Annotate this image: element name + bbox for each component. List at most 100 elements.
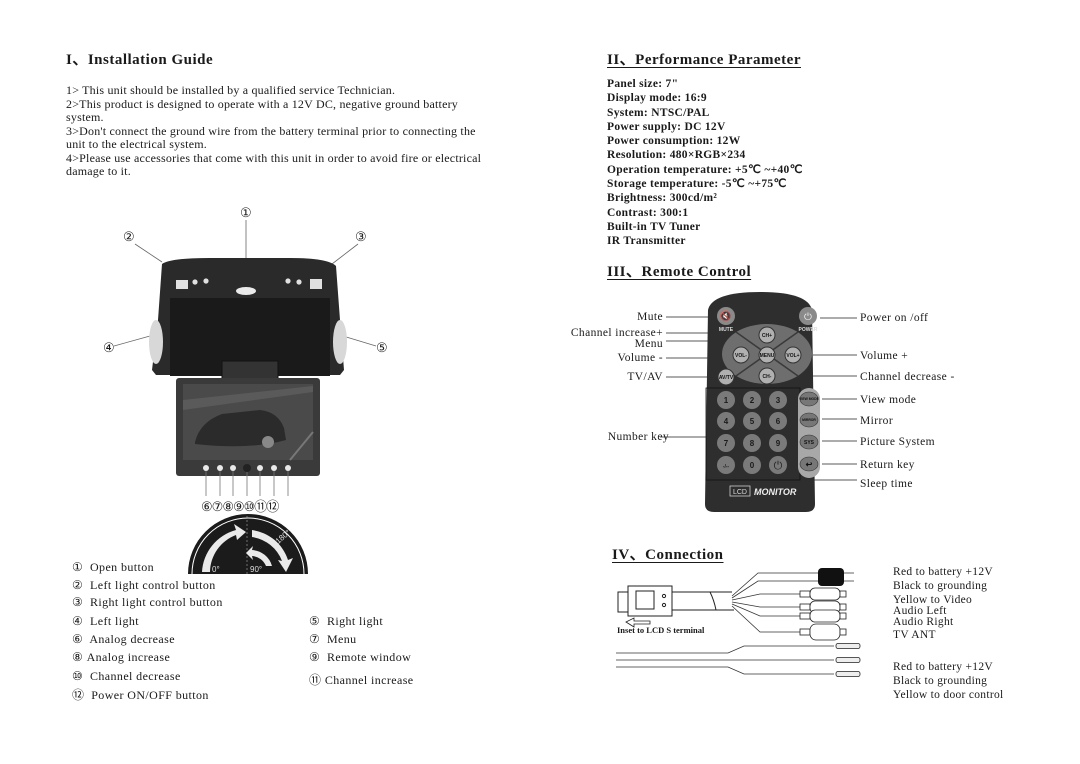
power-caption: POWER — [799, 327, 818, 333]
indicator-dot — [192, 279, 198, 285]
vol-down-caption: VOL- — [735, 353, 747, 359]
installation-instructions: 1> This unit should be installed by a qu… — [66, 83, 486, 179]
callout-7: ⑦ — [211, 499, 224, 514]
legend-item: ③ Right light control button — [72, 595, 223, 609]
connection-labels-group1: Red to battery +12V Black to grounding Y… — [893, 566, 994, 641]
sys-caption: SYS — [804, 440, 815, 446]
digit-key: 9 — [776, 439, 781, 448]
brand-monitor: MONITOR — [754, 487, 797, 497]
label-menu: Menu — [634, 338, 663, 350]
callout-5: ⑤ — [376, 340, 388, 355]
wire-label: Black to grounding — [893, 675, 988, 687]
wire-label: Red to battery +12V — [893, 661, 994, 673]
callout-10: ⑩ — [243, 499, 256, 514]
label-channel-decrease: Channel decrease - — [860, 371, 955, 383]
digit-key: 6 — [776, 417, 781, 426]
legend-item: ⑧ Analog increase — [72, 650, 171, 664]
callout-line-3 — [331, 243, 359, 265]
ch-up-caption: CH+ — [762, 333, 772, 339]
digit-key: -/-- — [723, 464, 730, 470]
connection-labels-group2: Red to battery +12V Black to grounding Y… — [893, 661, 1004, 701]
left-light — [149, 320, 163, 364]
callout-1: ① — [240, 205, 252, 220]
callout-line-2 — [134, 243, 163, 263]
spec-item: Built-in TV Tuner — [607, 220, 701, 233]
angle-label-0: 0° — [212, 565, 220, 574]
callouts-6-12: ⑥⑦⑧⑨⑩⑪⑫ — [201, 496, 279, 515]
digit-key: 1 — [724, 396, 729, 405]
connection-diagram — [616, 568, 861, 677]
label-power: Power on /off — [860, 312, 929, 324]
remote-illustration: 🔇 MUTE ⏻ POWER CH+ CH- VOL- VOL+ MENU AV… — [660, 292, 857, 512]
spec-item: Storage temperature: -5℃ ~+75℃ — [607, 178, 787, 191]
left-light-control-button — [176, 280, 188, 289]
return-icon: ↩ — [806, 460, 813, 469]
indicator-dot — [203, 278, 209, 284]
wire-label: Red to battery +12V — [893, 566, 994, 578]
ch-down-caption: CH- — [763, 374, 772, 380]
legend-item: ⑨ Remote window — [309, 650, 412, 664]
s-terminal-plug — [617, 591, 629, 613]
wire-label: Audio Right — [893, 616, 954, 628]
callout-12: ⑫ — [266, 499, 279, 514]
right-light-control-button — [310, 279, 322, 289]
digit-key: 2 — [750, 396, 755, 405]
wire-label: Yellow to door control — [893, 689, 1004, 701]
legend-item: ⑥ Analog decrease — [72, 632, 175, 646]
av-tv-caption: AV/TV — [719, 375, 734, 381]
spec-item: Operation temperature: +5℃ ~+40℃ — [607, 163, 803, 176]
legend-item: ② Left light control button — [72, 578, 216, 592]
remote-title: III、Remote Control — [607, 264, 752, 280]
legend-item: ⑤ Right light — [309, 614, 384, 628]
instruction-item: 2>This product is designed to operate wi… — [66, 96, 458, 124]
label-volume-up: Volume + — [860, 350, 909, 362]
remote-window — [243, 464, 251, 472]
spec-item: Panel size: 7" — [607, 78, 679, 90]
spec-item: Resolution: 480×RGB×234 — [607, 149, 746, 162]
callout-line-5 — [342, 335, 377, 347]
legend-item: ① Open button — [72, 560, 155, 574]
callout-line-4 — [113, 335, 151, 347]
connector-caption: Inset to LCD S terminal — [617, 625, 705, 635]
spec-item: Power supply: DC 12V — [607, 120, 726, 133]
power-icon: ⏻ — [804, 312, 812, 323]
instruction-item: 3>Don't connect the ground wire from the… — [66, 123, 476, 151]
instruction-item: 1> This unit should be installed by a qu… — [66, 83, 396, 97]
digit-key: 7 — [724, 439, 729, 448]
wire-label: Black to grounding — [893, 580, 988, 592]
spec-item: Contrast: 300:1 — [607, 206, 689, 219]
digit-key: 4 — [724, 417, 729, 426]
spec-list: Panel size: 7" Display mode: 16:9 System… — [607, 77, 803, 249]
wire-label: TV ANT — [893, 629, 936, 641]
legend-item: ⑦ Menu — [309, 632, 357, 646]
performance-title: II、Performance Parameter — [607, 52, 801, 68]
legend-item: ⑩ Channel decrease — [72, 669, 181, 683]
hinge — [221, 360, 279, 380]
label-sleep-time: Sleep time — [860, 478, 913, 490]
callout-3: ③ — [355, 229, 367, 244]
callout-4: ④ — [103, 340, 115, 355]
spec-item: Power consumption: 12W — [607, 135, 741, 148]
menu-caption: MENU — [760, 353, 775, 359]
callout-6: ⑥ — [201, 499, 213, 514]
legend-item: ⑫ Power ON/OFF button — [72, 688, 209, 702]
angle-label-90: 90° — [250, 565, 262, 574]
spec-item: Display mode: 16:9 — [607, 92, 707, 105]
label-tv-av: TV/AV — [627, 371, 663, 383]
indicator-dot — [285, 278, 291, 284]
spec-item: System: NTSC/PAL — [607, 106, 710, 119]
callout-11: ⑪ — [254, 499, 267, 514]
label-return-key: Return key — [860, 459, 915, 471]
indicator-dot — [296, 279, 302, 285]
mute-icon: 🔇 — [720, 310, 731, 321]
right-light — [333, 320, 347, 364]
label-view-mode: View mode — [860, 394, 917, 406]
callout-9: ⑨ — [232, 499, 245, 514]
installation-title: I、Installation Guide — [66, 52, 214, 68]
digit-key: 3 — [776, 396, 781, 405]
instruction-item: 4>Please use accessories that come with … — [66, 150, 482, 178]
mute-caption: MUTE — [719, 327, 734, 333]
callout-2: ② — [123, 229, 135, 244]
legend-item: ⑪ Channel increase — [309, 673, 414, 687]
view-mode-caption: VIEW MODE — [799, 397, 820, 401]
